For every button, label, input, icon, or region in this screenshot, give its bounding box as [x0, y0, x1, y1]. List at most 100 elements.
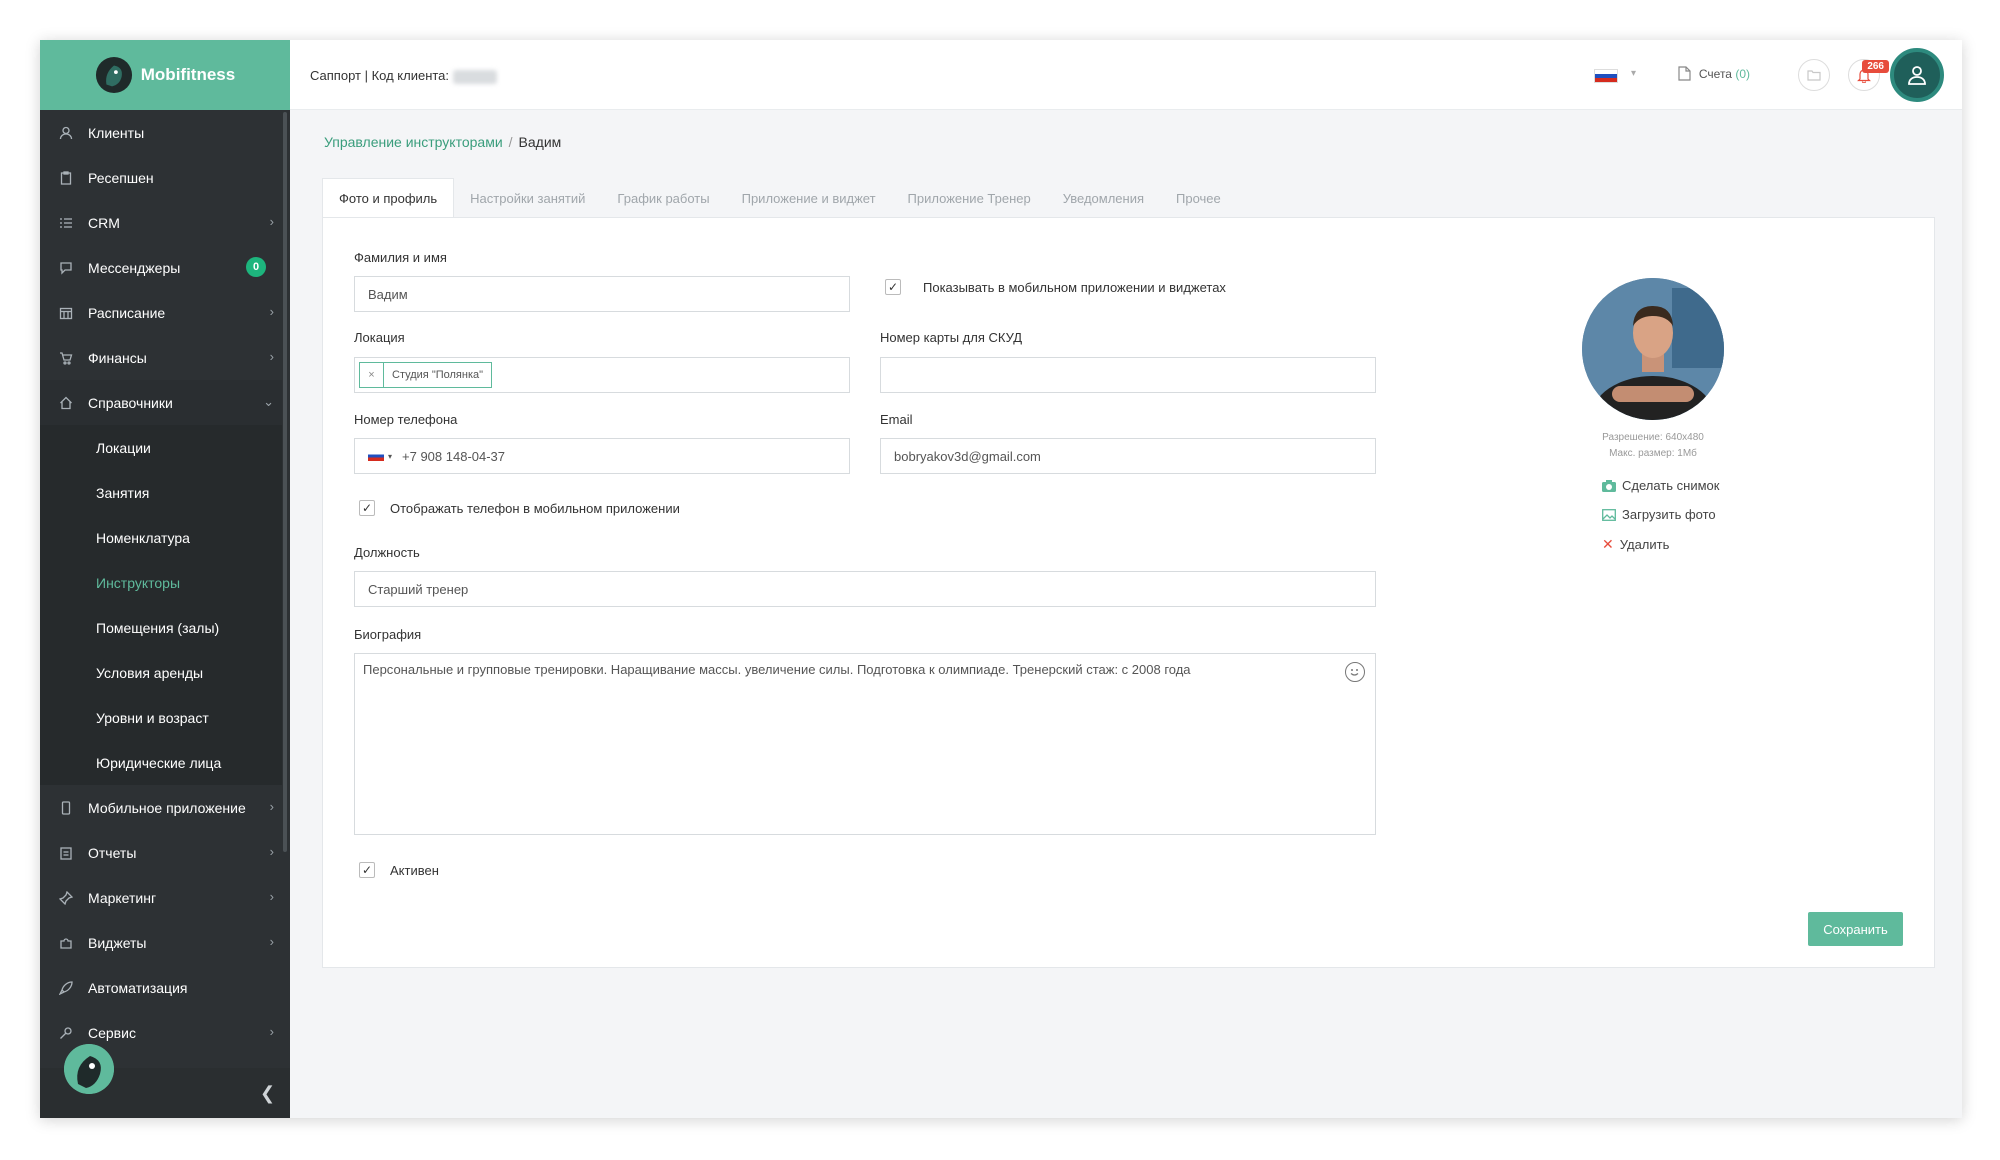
sidebar-subitem-instructors[interactable]: Инструкторы [40, 560, 282, 605]
breadcrumb-current: Вадим [518, 134, 562, 150]
sidebar-item-label: Автоматизация [88, 979, 188, 996]
name-label: Фамилия и имя [354, 250, 447, 265]
sidebar-item-messengers[interactable]: Мессенджеры 0 [40, 245, 282, 290]
card-number-input[interactable] [880, 357, 1376, 393]
collapse-sidebar-icon[interactable]: ❮ [260, 1083, 275, 1104]
chevron-down-icon: ⌄ [263, 394, 274, 409]
home-icon [58, 395, 74, 411]
sidebar-item-marketing[interactable]: Маркетинг › [40, 875, 282, 920]
take-photo-button[interactable]: Сделать снимок [1602, 478, 1719, 493]
delete-photo-button[interactable]: ✕ Удалить [1602, 536, 1669, 553]
logo-bar[interactable]: Mobifitness [40, 40, 290, 110]
client-code-redacted [453, 69, 498, 84]
sidebar-subitem-legal[interactable]: Юридические лица [40, 740, 282, 785]
position-input[interactable] [354, 571, 1376, 607]
sidebar-item-label: Справочники [88, 394, 173, 411]
clipboard-icon [58, 170, 74, 186]
show-in-app-checkbox[interactable]: ✓ [885, 279, 901, 295]
take-photo-label: Сделать снимок [1622, 478, 1720, 493]
sidebar-item-label: Мессенджеры [88, 259, 181, 276]
user-avatar[interactable] [1890, 48, 1944, 102]
instructor-photo [1582, 278, 1724, 420]
sidebar-item-label: Помещения (залы) [96, 619, 220, 636]
pin-icon [58, 890, 74, 906]
email-input[interactable] [880, 438, 1376, 474]
folder-icon [1807, 70, 1821, 81]
show-phone-label: Отображать телефон в мобильном приложени… [390, 501, 680, 516]
sidebar-item-reception[interactable]: Ресепшен [40, 155, 282, 200]
sidebar-item-label: Локации [96, 439, 151, 456]
bio-text: Персональные и групповые тренировки. Нар… [363, 662, 1191, 677]
tab-other[interactable]: Прочее [1160, 178, 1237, 218]
messenger-count-badge: 0 [246, 257, 266, 277]
sidebar-subitem-levels[interactable]: Уровни и возраст [40, 695, 282, 740]
caret-down-icon[interactable]: ▾ [388, 452, 392, 461]
invoices-label: Счета [1698, 66, 1732, 81]
tab-trainer-app[interactable]: Приложение Тренер [892, 178, 1047, 218]
location-select[interactable]: × Студия "Полянка" [354, 357, 850, 393]
invoices-link[interactable]: Счета (0) [1678, 66, 1750, 81]
sidebar-item-schedule[interactable]: Расписание › [40, 290, 282, 335]
sidebar-item-clients[interactable]: Клиенты [40, 110, 282, 155]
sidebar-item-finance[interactable]: Финансы › [40, 335, 282, 380]
breadcrumb-separator: / [508, 134, 513, 150]
name-input[interactable] [354, 276, 850, 312]
tab-app-widget[interactable]: Приложение и виджет [726, 178, 892, 218]
language-flag-icon[interactable] [1594, 69, 1618, 83]
report-icon [58, 845, 74, 861]
phone-input[interactable]: ▾ +7 908 148-04-37 [354, 438, 850, 474]
support-label: Саппорт | Код клиента: [310, 68, 450, 83]
tab-class-settings[interactable]: Настройки занятий [454, 178, 601, 218]
sidebar-item-reports[interactable]: Отчеты › [40, 830, 282, 875]
chevron-right-icon: › [269, 799, 274, 814]
caret-down-icon[interactable]: ▾ [1631, 68, 1636, 79]
sidebar-subitem-nomenclature[interactable]: Номенклатура [40, 515, 282, 560]
tabs: Фото и профиль Настройки занятий График … [322, 178, 1237, 218]
position-label: Должность [354, 545, 420, 560]
tab-work-schedule[interactable]: График работы [601, 178, 725, 218]
sidebar-subitem-classes[interactable]: Занятия [40, 470, 282, 515]
country-flag-icon[interactable] [368, 451, 384, 461]
sidebar-item-label: Мобильное приложение [88, 799, 246, 816]
sidebar-subitem-rooms[interactable]: Помещения (залы) [40, 605, 282, 650]
chat-icon [58, 260, 74, 276]
sidebar-subitem-locations[interactable]: Локации [40, 425, 282, 470]
sidebar-item-widgets[interactable]: Виджеты › [40, 920, 282, 965]
bio-textarea[interactable]: Персональные и групповые тренировки. Нар… [354, 653, 1376, 835]
list-icon [58, 215, 74, 231]
remove-tag-icon[interactable]: × [360, 363, 384, 387]
sidebar-item-mobile-app[interactable]: Мобильное приложение › [40, 785, 282, 830]
delete-photo-label: Удалить [1619, 537, 1670, 552]
breadcrumb-parent-link[interactable]: Управление инструкторами [324, 134, 503, 150]
photo-max-size: Макс. размер: 1Мб [1609, 448, 1697, 459]
show-phone-checkbox[interactable]: ✓ [359, 500, 375, 516]
sidebar-item-crm[interactable]: CRM › [40, 200, 282, 245]
chevron-right-icon: › [269, 1024, 274, 1039]
chevron-right-icon: › [269, 844, 274, 859]
sidebar-item-automation[interactable]: Автоматизация [40, 965, 282, 1010]
phone-label: Номер телефона [354, 412, 458, 427]
mascot-logo-icon [95, 56, 132, 94]
breadcrumb: Управление инструкторами / Вадим [324, 134, 561, 150]
emoji-icon[interactable] [1345, 662, 1365, 682]
sidebar-item-label: Сервис [88, 1024, 136, 1041]
tab-photo-profile[interactable]: Фото и профиль [322, 178, 455, 218]
camera-icon [1602, 479, 1616, 492]
active-checkbox[interactable]: ✓ [359, 862, 375, 878]
sidebar-scrollbar[interactable] [283, 112, 287, 852]
sidebar-item-label: Номенклатура [96, 529, 190, 546]
bio-label: Биография [354, 627, 422, 642]
app-window: Mobifitness Клиенты Ресепшен CRM › Мессе… [40, 40, 1962, 1118]
folder-button[interactable] [1798, 59, 1830, 91]
key-icon [58, 1025, 74, 1041]
save-button[interactable]: Сохранить [1808, 912, 1903, 946]
upload-photo-button[interactable]: Загрузить фото [1602, 507, 1716, 522]
sidebar-item-label: Инструкторы [96, 574, 181, 591]
puzzle-icon [58, 935, 74, 951]
sidebar-subitem-rental[interactable]: Условия аренды [40, 650, 282, 695]
card-label: Номер карты для СКУД [880, 330, 1023, 345]
tab-notifications[interactable]: Уведомления [1047, 178, 1160, 218]
show-in-app-label: Показывать в мобильном приложении и видж… [923, 280, 1226, 295]
sidebar-item-references[interactable]: Справочники ⌄ [40, 380, 282, 425]
sidebar-item-label: Отчеты [88, 844, 137, 861]
